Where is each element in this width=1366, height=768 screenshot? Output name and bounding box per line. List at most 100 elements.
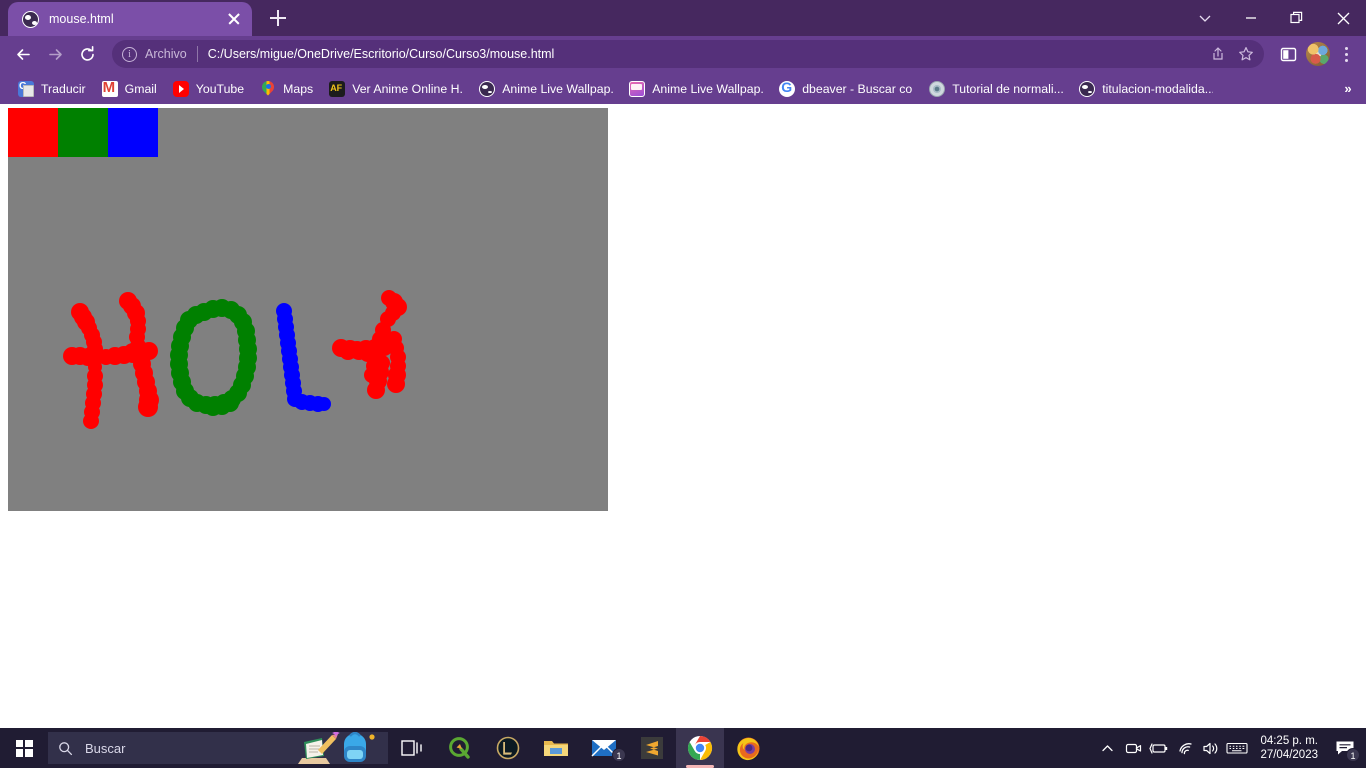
volume-icon[interactable] — [1198, 728, 1224, 768]
bookmarks-bar: Traducir Gmail YouTube Maps Ver Anime On… — [0, 72, 1366, 105]
maximize-icon[interactable] — [1274, 0, 1320, 36]
bookmark-maps[interactable]: Maps — [252, 76, 321, 102]
windows-taskbar: Buscar 1 04:25 p. m. 27/04/2023 1 — [0, 728, 1366, 768]
kebab-menu-icon[interactable] — [1334, 40, 1358, 68]
palette-swatch-blue[interactable] — [108, 108, 158, 157]
palette-swatch-red[interactable] — [8, 108, 58, 157]
back-button[interactable] — [8, 39, 38, 69]
league-of-legends-icon[interactable] — [484, 728, 532, 768]
taskbar-apps: 1 — [388, 728, 772, 768]
google-search-icon — [779, 79, 796, 97]
globe-icon — [22, 10, 39, 28]
bookmark-label: dbeaver - Buscar co... — [802, 81, 914, 96]
minimize-icon[interactable] — [1228, 0, 1274, 36]
qgis-icon[interactable] — [436, 728, 484, 768]
bookmark-label: Ver Anime Online H... — [352, 81, 464, 96]
omnibox-actions — [1206, 42, 1258, 66]
search-icon — [59, 741, 73, 755]
side-panel-icon[interactable] — [1274, 40, 1302, 68]
window-controls — [1182, 0, 1366, 36]
site-info-icon[interactable]: i — [122, 46, 137, 62]
chrome-icon[interactable] — [676, 728, 724, 768]
globe-icon — [479, 80, 496, 97]
bookmark-label: titulacion-modalida... — [1102, 81, 1214, 96]
new-tab-button[interactable] — [264, 4, 292, 32]
share-icon[interactable] — [1206, 42, 1230, 66]
browser-tab[interactable]: mouse.html — [8, 2, 252, 36]
forward-button[interactable] — [40, 39, 70, 69]
browser-toolbar: i Archivo C:/Users/migue/OneDrive/Escrit… — [0, 36, 1366, 72]
taskbar-search[interactable]: Buscar — [48, 732, 388, 764]
windows-logo-icon — [15, 739, 33, 757]
stroke-L — [276, 303, 331, 412]
stroke-O — [170, 299, 257, 416]
stroke-A — [332, 290, 407, 399]
notification-badge: 1 — [1346, 748, 1360, 762]
page-viewport — [0, 104, 1366, 735]
search-illustration — [298, 732, 375, 764]
wifi-icon[interactable] — [1172, 728, 1198, 768]
youtube-icon — [172, 80, 189, 97]
task-view-icon[interactable] — [388, 728, 436, 768]
start-button[interactable] — [0, 728, 48, 768]
globe-icon — [1079, 80, 1096, 97]
address-bar[interactable]: i Archivo C:/Users/migue/OneDrive/Escrit… — [112, 40, 1264, 68]
profile-avatar[interactable] — [1306, 42, 1330, 66]
show-hidden-icons[interactable] — [1094, 728, 1120, 768]
omnibox-divider — [196, 46, 198, 62]
google-maps-icon — [260, 81, 276, 97]
bookmark-traducir[interactable]: Traducir — [10, 76, 94, 102]
bookmark-dbeaver[interactable]: dbeaver - Buscar co... — [771, 76, 921, 102]
bookmark-label: Anime Live Wallpap... — [502, 81, 614, 96]
bookmark-gmail[interactable]: Gmail — [94, 76, 165, 102]
tab-strip: mouse.html — [0, 0, 1366, 36]
mail-badge: 1 — [612, 748, 626, 762]
bookmark-youtube[interactable]: YouTube — [165, 76, 252, 102]
reload-button[interactable] — [72, 39, 102, 69]
animeflv-icon — [329, 80, 346, 97]
scheme-label: Archivo — [145, 47, 187, 61]
file-explorer-icon[interactable] — [532, 728, 580, 768]
clock-time: 04:25 p. m. — [1260, 735, 1318, 747]
stroke-H — [63, 292, 159, 429]
bookmark-label: Anime Live Wallpap... — [652, 81, 764, 96]
bookmark-label: Gmail — [124, 81, 157, 96]
toolbar-right — [1274, 40, 1358, 68]
color-palette — [8, 108, 158, 157]
tab-title: mouse.html — [49, 12, 114, 26]
bookmark-anime-live-wallpaper-1[interactable]: Anime Live Wallpap... — [471, 76, 621, 102]
bookmark-label: Maps — [283, 81, 314, 96]
search-placeholder: Buscar — [85, 740, 126, 756]
drawing-canvas[interactable] — [8, 108, 608, 511]
anime-wallpaper-icon — [629, 80, 646, 97]
mail-icon[interactable]: 1 — [580, 728, 628, 768]
bookmark-tutorial-normalizacion[interactable]: Tutorial de normali... — [921, 76, 1071, 102]
browser-window: mouse.html i Archivo C:/Users/migue/OneD… — [0, 0, 1366, 768]
chevron-down-icon[interactable] — [1182, 0, 1228, 36]
gmail-icon — [101, 80, 118, 97]
mouse-drawing — [63, 290, 407, 429]
tutorial-icon — [929, 80, 946, 97]
bookmark-label: Traducir — [41, 81, 86, 96]
star-icon[interactable] — [1234, 42, 1258, 66]
taskbar-clock[interactable]: 04:25 p. m. 27/04/2023 — [1250, 734, 1328, 762]
bookmark-label: YouTube — [195, 81, 245, 96]
clock-date: 27/04/2023 — [1260, 749, 1318, 761]
google-translate-icon — [18, 80, 34, 97]
close-window-icon[interactable] — [1320, 0, 1366, 36]
notification-center-icon[interactable]: 1 — [1328, 728, 1362, 768]
close-tab-icon[interactable] — [226, 11, 242, 27]
bookmark-ver-anime-online[interactable]: Ver Anime Online H... — [321, 76, 471, 102]
palette-swatch-green[interactable] — [58, 108, 108, 157]
sublime-text-icon[interactable] — [628, 728, 676, 768]
bookmark-anime-live-wallpaper-2[interactable]: Anime Live Wallpap... — [621, 76, 771, 102]
bookmark-label: Tutorial de normali... — [952, 81, 1064, 96]
bookmark-titulacion-modalidad[interactable]: titulacion-modalida... — [1071, 76, 1221, 102]
camera-icon[interactable] — [1120, 728, 1146, 768]
firefox-icon[interactable] — [724, 728, 772, 768]
battery-icon[interactable] — [1146, 728, 1172, 768]
bookmarks-overflow-button[interactable]: » — [1338, 78, 1358, 98]
system-tray: 04:25 p. m. 27/04/2023 1 — [1094, 728, 1366, 768]
url-text: C:/Users/migue/OneDrive/Escritorio/Curso… — [207, 47, 555, 61]
keyboard-icon[interactable] — [1224, 728, 1250, 768]
